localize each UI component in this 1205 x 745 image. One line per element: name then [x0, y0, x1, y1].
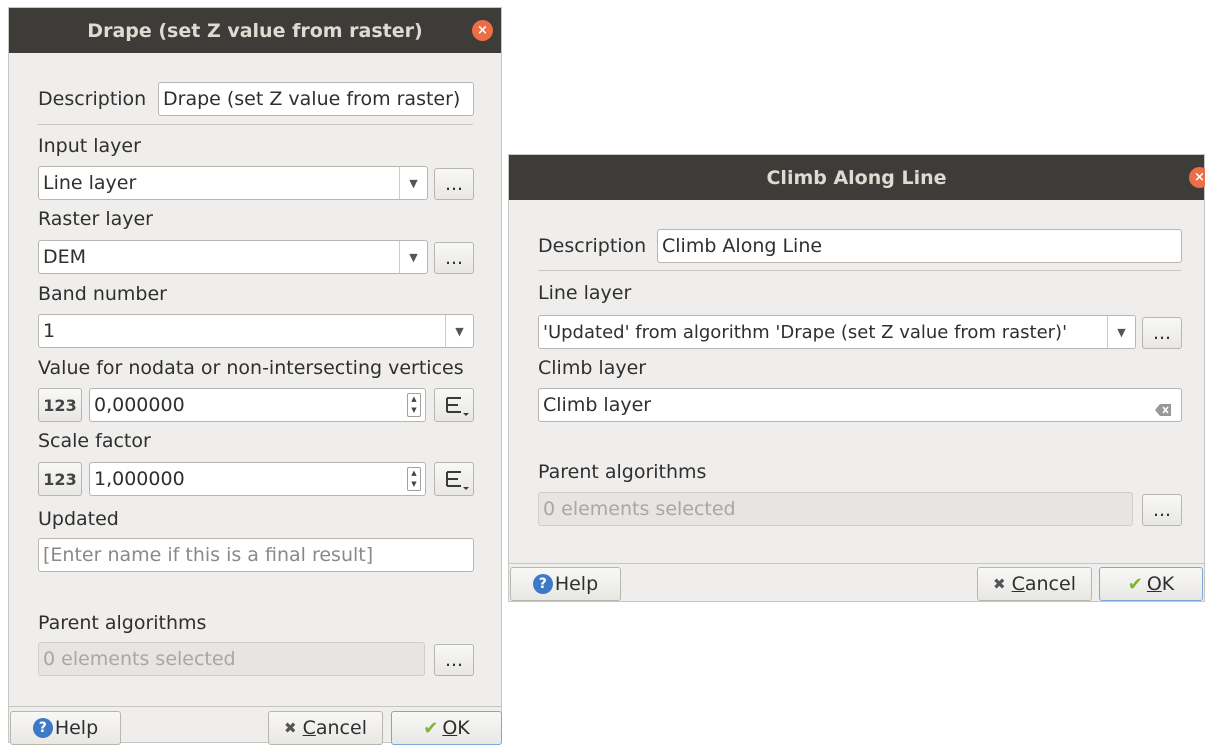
- drape-title: Drape (set Z value from raster): [87, 19, 423, 42]
- drape-scale-type-icon[interactable]: 123: [38, 462, 82, 496]
- drape-band-label: Band number: [38, 283, 167, 305]
- drape-scale-label: Scale factor: [38, 430, 151, 452]
- drape-raster-layer-value: DEM: [43, 246, 87, 268]
- climb-cancel-mnemonic: C: [1011, 573, 1025, 595]
- climb-ok-button[interactable]: ✔ OK: [1099, 567, 1203, 601]
- climb-dialog: Climb Along Line × Description Climb Alo…: [508, 154, 1205, 602]
- drape-nodata-value: 0,000000: [94, 394, 185, 416]
- chevron-down-icon[interactable]: ▼: [399, 241, 427, 273]
- spin-down-icon[interactable]: ▼: [411, 481, 416, 488]
- drape-parent-field: 0 elements selected: [38, 642, 425, 676]
- climb-titlebar[interactable]: Climb Along Line ×: [509, 155, 1205, 200]
- climb-title: Climb Along Line: [766, 166, 947, 189]
- drape-scale-value: 1,000000: [94, 468, 185, 490]
- spin-arrows-icon[interactable]: ▲ ▼: [407, 393, 421, 417]
- climb-ok-label: K: [1161, 573, 1175, 595]
- drape-input-layer-browse-button[interactable]: ...: [434, 168, 474, 200]
- chevron-down-icon[interactable]: ▼: [445, 315, 473, 347]
- spin-down-icon[interactable]: ▼: [411, 407, 416, 414]
- drape-band-value: 1: [43, 320, 56, 342]
- drape-nodata-type-icon[interactable]: 123: [38, 388, 82, 422]
- drape-dialog: Drape (set Z value from raster) × Descri…: [8, 7, 502, 745]
- climb-help-button[interactable]: ? Help: [510, 567, 621, 601]
- climb-help-label: Help: [554, 573, 599, 595]
- chevron-down-icon[interactable]: ▼: [1107, 316, 1135, 348]
- climb-line-layer-combo[interactable]: 'Updated' from algorithm 'Drape (set Z v…: [538, 315, 1136, 349]
- drape-updated-input[interactable]: [Enter name if this is a final result]: [38, 538, 474, 572]
- drape-description-label: Description: [38, 88, 147, 110]
- drape-cancel-label: ancel: [315, 717, 367, 739]
- climb-parent-label: Parent algorithms: [538, 461, 707, 483]
- climb-layer-input[interactable]: Climb layer: [538, 388, 1182, 422]
- spin-up-icon[interactable]: ▲: [411, 396, 416, 403]
- climb-line-layer-label: Line layer: [538, 282, 632, 304]
- drape-titlebar[interactable]: Drape (set Z value from raster) ×: [9, 8, 501, 53]
- drape-raster-layer-label: Raster layer: [38, 208, 153, 230]
- climb-cancel-button[interactable]: ✖ Cancel: [977, 567, 1092, 601]
- drape-scale-spinbox[interactable]: 1,000000 ▲ ▼: [89, 462, 426, 496]
- ok-check-icon: ✔: [423, 717, 439, 739]
- climb-line-layer-value: 'Updated' from algorithm 'Drape (set Z v…: [543, 321, 1068, 343]
- drape-cancel-mnemonic: C: [302, 717, 316, 739]
- drape-raster-layer-combo[interactable]: DEM ▼: [38, 240, 428, 274]
- drape-scale-expression-icon[interactable]: [434, 462, 474, 496]
- drape-close-icon[interactable]: ×: [472, 20, 493, 41]
- drape-description-input[interactable]: Drape (set Z value from raster): [158, 82, 474, 116]
- help-icon: ?: [532, 574, 553, 594]
- ok-check-icon: ✔: [1127, 573, 1143, 595]
- drape-input-layer-value: Line layer: [43, 172, 137, 194]
- spin-up-icon[interactable]: ▲: [411, 470, 416, 477]
- help-icon: ?: [32, 718, 53, 738]
- climb-cancel-label: ancel: [1024, 573, 1076, 595]
- drape-help-button[interactable]: ? Help: [10, 711, 121, 745]
- clear-icon[interactable]: [1155, 399, 1171, 421]
- cancel-icon: ✖: [993, 575, 1006, 593]
- drape-updated-label: Updated: [38, 508, 119, 530]
- drape-parent-browse-button[interactable]: ...: [434, 644, 474, 676]
- drape-input-layer-combo[interactable]: Line layer ▼: [38, 166, 428, 200]
- climb-layer-label: Climb layer: [538, 357, 647, 379]
- drape-nodata-spinbox[interactable]: 0,000000 ▲ ▼: [89, 388, 426, 422]
- drape-input-layer-label: Input layer: [38, 135, 141, 157]
- cancel-icon: ✖: [284, 719, 297, 737]
- chevron-down-icon[interactable]: ▼: [399, 167, 427, 199]
- drape-ok-label: K: [457, 717, 470, 739]
- drape-separator: [38, 124, 473, 125]
- climb-line-layer-browse-button[interactable]: ...: [1142, 317, 1182, 349]
- climb-separator: [538, 270, 1181, 271]
- drape-cancel-button[interactable]: ✖ Cancel: [268, 711, 383, 745]
- climb-parent-field: 0 elements selected: [538, 492, 1133, 526]
- spin-arrows-icon[interactable]: ▲ ▼: [407, 467, 421, 491]
- drape-parent-label: Parent algorithms: [38, 612, 207, 634]
- drape-help-label: Help: [54, 717, 99, 739]
- drape-nodata-expression-icon[interactable]: [434, 388, 474, 422]
- climb-footer-separator: [509, 563, 1204, 564]
- drape-band-combo[interactable]: 1 ▼: [38, 314, 474, 348]
- drape-nodata-label: Value for nodata or non-intersecting ver…: [38, 357, 464, 379]
- drape-ok-mnemonic: O: [442, 717, 458, 739]
- drape-raster-layer-browse-button[interactable]: ...: [434, 242, 474, 274]
- climb-ok-mnemonic: O: [1146, 573, 1162, 595]
- climb-description-input[interactable]: Climb Along Line: [657, 229, 1182, 263]
- drape-ok-button[interactable]: ✔ OK: [391, 711, 502, 745]
- climb-layer-value: Climb layer: [543, 394, 652, 416]
- climb-description-label: Description: [538, 235, 647, 257]
- climb-close-icon[interactable]: ×: [1189, 167, 1205, 188]
- climb-parent-browse-button[interactable]: ...: [1142, 494, 1182, 526]
- drape-footer-separator: [9, 706, 501, 707]
